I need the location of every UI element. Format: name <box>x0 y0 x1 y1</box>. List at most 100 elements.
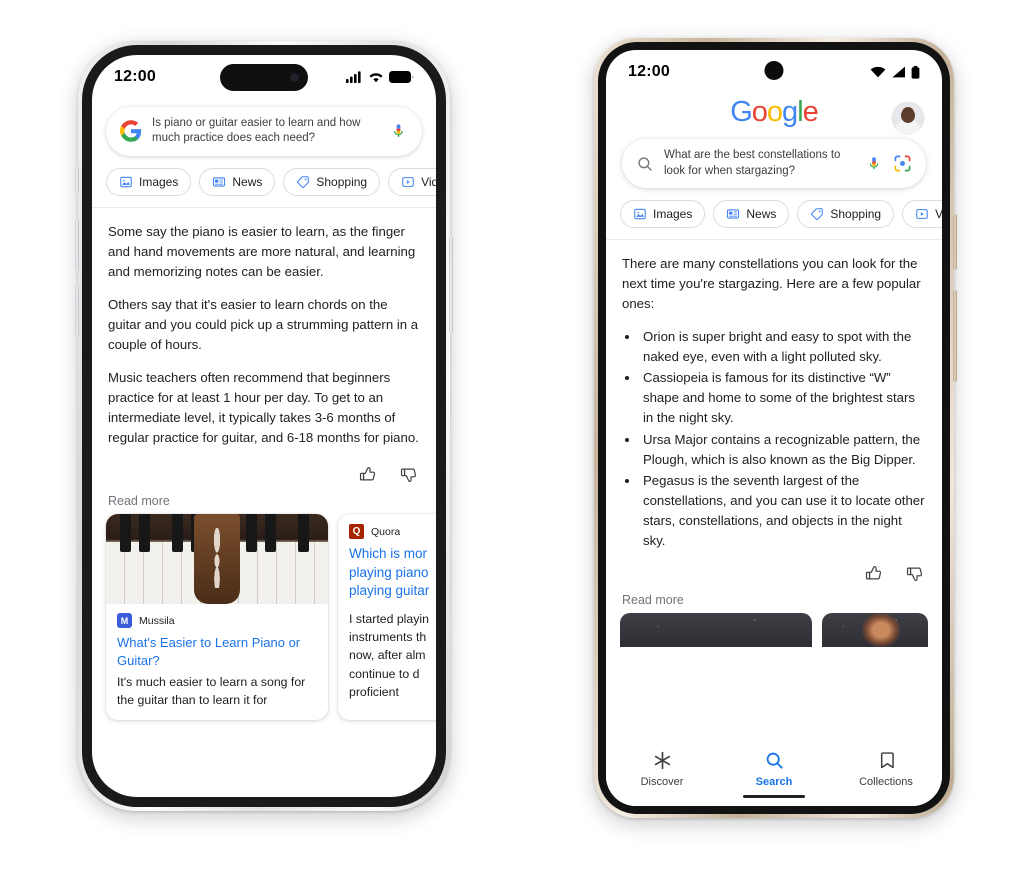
video-icon <box>916 209 928 219</box>
chip-images[interactable]: Images <box>106 167 192 196</box>
list-item: Cassiopeia is famous for its distinctive… <box>640 368 926 428</box>
card-source-row: M Mussila <box>117 613 317 629</box>
mussila-favicon: M <box>117 613 132 629</box>
card-snippet-line: now, after alm <box>349 648 426 663</box>
google-lens-icon[interactable] <box>893 154 912 173</box>
chip-videos[interactable]: Vide <box>902 200 942 229</box>
card-source-name: Mussila <box>139 614 175 627</box>
tag-icon <box>811 208 824 221</box>
card-title-line: playing piano <box>349 564 429 580</box>
battery-icon <box>911 65 920 79</box>
nav-item-search[interactable]: Search <box>718 750 830 788</box>
image-card-nebula[interactable] <box>822 612 928 647</box>
card-title-line: Which is mor <box>349 546 428 562</box>
logo-letter: e <box>802 96 819 128</box>
nav-label: Search <box>755 776 793 788</box>
search-query-text[interactable]: What are the best constellations to look… <box>664 148 855 179</box>
result-card-mussila[interactable]: M Mussila What's Easier to Learn Piano o… <box>106 514 328 720</box>
card-title[interactable]: What's Easier to Learn Piano or Guitar? <box>117 634 317 669</box>
nav-label: Discover <box>640 776 684 788</box>
card-snippet-line: proficient <box>349 684 399 699</box>
iphone-power-button[interactable] <box>449 237 453 333</box>
chip-images[interactable]: Images <box>620 200 706 229</box>
front-camera-icon <box>764 61 784 80</box>
answer-paragraph: Music teachers often recommend that begi… <box>108 369 419 446</box>
card-snippet: It's much easier to learn a song for the… <box>117 675 306 708</box>
pixel-search-container: What are the best constellations to look… <box>606 129 942 189</box>
chip-news[interactable]: News <box>199 167 276 196</box>
tag-icon <box>297 175 310 188</box>
result-card-quora[interactable]: Q Quora Which is mor playing piano playi… <box>338 514 436 720</box>
google-logo: Google <box>606 94 942 129</box>
chip-label: Shopping <box>316 174 368 189</box>
constellation-list: Orion is super bright and easy to spot w… <box>626 327 926 551</box>
image-icon <box>120 176 132 187</box>
chip-news[interactable]: News <box>713 200 790 229</box>
pixel-image-cards <box>606 612 942 647</box>
pixel-screen: 12:00 Google What are the best constella… <box>606 50 942 806</box>
pixel-read-more[interactable]: Read more <box>606 583 942 613</box>
card-snippet-line: instruments th <box>349 630 427 645</box>
card-title-line: playing guitar <box>349 583 430 599</box>
iphone-mute-switch[interactable] <box>75 166 79 194</box>
status-time: 12:00 <box>628 63 670 80</box>
card-title[interactable]: Which is mor playing piano playing guita… <box>349 545 436 601</box>
chip-shopping[interactable]: Shopping <box>797 200 895 229</box>
status-icons <box>870 65 920 79</box>
answer-intro: There are many constellations you can lo… <box>622 256 921 312</box>
thumbs-up-icon[interactable] <box>864 564 883 583</box>
card-body: M Mussila What's Easier to Learn Piano o… <box>106 604 328 720</box>
image-icon <box>634 208 646 220</box>
search-bar[interactable]: Is piano or guitar easier to learn and h… <box>106 107 422 156</box>
iphone-answer-content: Some say the piano is easier to learn, a… <box>92 208 436 449</box>
search-icon <box>766 752 783 769</box>
logo-letter: o <box>751 96 768 128</box>
card-snippet-line: I started playin <box>349 612 429 627</box>
iphone-screen: 12:00 Is piano or guitar easier to learn… <box>92 55 436 797</box>
cellular-signal-icon <box>892 66 905 78</box>
dynamic-island <box>220 64 308 91</box>
screenshot-stage: 12:00 Is piano or guitar easier to learn… <box>0 0 1010 880</box>
answer-paragraph: Some say the piano is easier to learn, a… <box>108 223 416 279</box>
pixel-volume-button[interactable] <box>953 290 957 382</box>
pixel-bottom-nav: Discover Search Collections <box>606 744 942 806</box>
logo-letter: o <box>766 96 783 128</box>
front-camera-icon <box>290 73 299 82</box>
search-bar[interactable]: What are the best constellations to look… <box>622 139 926 189</box>
bookmark-icon <box>880 752 894 769</box>
search-query-text[interactable]: Is piano or guitar easier to learn and h… <box>152 116 379 147</box>
quora-favicon: Q <box>349 524 364 540</box>
card-source-row: Q Quora <box>349 524 436 540</box>
home-indicator[interactable] <box>743 794 805 798</box>
answer-paragraph: Others say that it's easier to learn cho… <box>108 296 419 352</box>
pixel-device: 12:00 Google What are the best constella… <box>594 38 957 818</box>
pixel-power-button[interactable] <box>953 214 957 270</box>
card-source-name: Quora <box>371 525 401 538</box>
iphone-volume-down-button[interactable] <box>75 285 79 337</box>
image-card-night-sky[interactable] <box>620 612 813 647</box>
status-icons <box>346 71 414 83</box>
chip-shopping[interactable]: Shopping <box>283 167 381 196</box>
nav-item-collections[interactable]: Collections <box>830 750 942 788</box>
battery-icon <box>389 71 414 83</box>
nav-item-discover[interactable]: Discover <box>606 750 718 788</box>
microphone-icon[interactable] <box>865 155 883 173</box>
avatar[interactable] <box>892 102 924 134</box>
chip-videos[interactable]: Vide <box>388 167 436 196</box>
pixel-status-bar: 12:00 <box>606 50 942 94</box>
iphone-volume-up-button[interactable] <box>75 219 79 271</box>
chip-label: Images <box>653 207 693 222</box>
card-snippet-line: continue to d <box>349 666 420 681</box>
thumbs-down-icon[interactable] <box>399 465 418 484</box>
chip-label: Shopping <box>830 207 882 222</box>
list-item: Pegasus is the seventh largest of the co… <box>640 471 926 551</box>
thumbs-down-icon[interactable] <box>905 564 924 583</box>
iphone-read-more[interactable]: Read more <box>92 484 436 514</box>
logo-letter: G <box>730 96 753 128</box>
thumbs-up-icon[interactable] <box>358 465 377 484</box>
chip-label: Vide <box>421 174 436 189</box>
wifi-icon <box>870 66 886 78</box>
wifi-icon <box>369 73 383 83</box>
microphone-icon[interactable] <box>389 122 408 141</box>
guitar-headstock-graphic <box>194 514 240 605</box>
